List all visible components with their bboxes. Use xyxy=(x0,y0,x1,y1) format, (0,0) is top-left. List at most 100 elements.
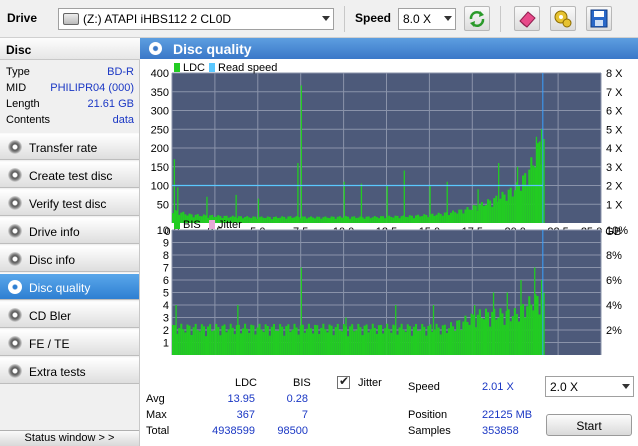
data-bar xyxy=(188,325,191,355)
erase-button[interactable] xyxy=(514,6,540,31)
data-bar xyxy=(233,334,236,355)
data-bar xyxy=(363,325,366,355)
nav-create-test-disc[interactable]: Create test disc xyxy=(0,161,139,188)
data-bar xyxy=(470,209,473,223)
nav-disc-info[interactable]: Disc info xyxy=(0,245,139,272)
data-bar xyxy=(421,323,424,355)
data-bar xyxy=(200,324,203,355)
nav-transfer-rate[interactable]: Transfer rate xyxy=(0,133,139,160)
data-bar xyxy=(462,213,465,223)
data-bar xyxy=(266,216,269,223)
data-bar xyxy=(470,313,473,355)
data-bar xyxy=(456,320,459,355)
data-bar xyxy=(406,324,409,355)
data-bar xyxy=(431,213,434,223)
data-bar xyxy=(400,216,403,223)
legend-swatch xyxy=(174,63,180,72)
data-bar xyxy=(264,218,267,223)
max-label: Max xyxy=(146,409,167,421)
panel-header: Disc quality xyxy=(140,38,638,59)
y2-tick-label: 5 X xyxy=(606,124,623,136)
data-bar xyxy=(268,216,271,223)
data-bar xyxy=(412,218,415,223)
y-tick-label: 300 xyxy=(151,106,169,118)
disc-info-value: BD-R xyxy=(107,66,134,78)
ldc-column-header: LDC xyxy=(235,377,258,389)
data-bar xyxy=(277,330,280,355)
data-bar xyxy=(248,217,251,223)
y2-tick-label: 2 X xyxy=(606,181,623,193)
legend-label: LDC xyxy=(183,62,205,74)
data-bar xyxy=(227,329,230,355)
data-bar xyxy=(472,205,475,223)
data-bar xyxy=(322,217,325,223)
data-bar xyxy=(274,330,278,355)
data-bar xyxy=(338,216,341,223)
y-tick-label: 8 xyxy=(163,250,169,262)
y-tick-label: 200 xyxy=(151,143,169,155)
nav-extra-tests[interactable]: Extra tests xyxy=(0,357,139,384)
x-tick-label: 7.5 xyxy=(293,358,308,359)
data-spike xyxy=(175,305,177,355)
data-bar xyxy=(338,330,341,355)
data-bar xyxy=(414,324,418,355)
samples-label: Samples xyxy=(408,425,451,437)
refresh-button[interactable] xyxy=(464,6,490,31)
data-bar xyxy=(392,324,395,355)
data-bar xyxy=(466,321,469,355)
data-bar xyxy=(425,335,428,355)
disc-icon xyxy=(8,140,22,154)
data-bar xyxy=(248,332,251,355)
data-bar xyxy=(287,216,290,223)
data-bar xyxy=(211,331,214,355)
status-window-button[interactable]: Status window > > xyxy=(0,430,139,446)
y2-tick-label: 8 X xyxy=(606,68,623,80)
max-ldc-value: 367 xyxy=(236,409,255,421)
nav-drive-info[interactable]: Drive info xyxy=(0,217,139,244)
x-tick-label: 10.0 xyxy=(333,358,354,359)
drive-select[interactable]: (Z:) ATAPI iHBS112 2 CL0D xyxy=(58,8,334,30)
data-bar xyxy=(522,175,525,223)
data-spike xyxy=(535,136,538,223)
data-bar xyxy=(400,323,403,355)
nav-disc-quality[interactable]: Disc quality xyxy=(0,273,139,300)
options-button[interactable] xyxy=(550,6,576,31)
data-bar xyxy=(458,320,461,355)
data-bar xyxy=(423,326,426,355)
data-bar xyxy=(468,324,471,355)
test-speed-select[interactable]: 2.0 X xyxy=(545,376,634,397)
data-bar xyxy=(429,324,432,355)
data-bar xyxy=(410,335,413,355)
data-bar xyxy=(414,215,418,223)
nav-cd-bler[interactable]: CD Bler xyxy=(0,301,139,328)
data-bar xyxy=(503,194,506,223)
data-bar xyxy=(482,205,485,223)
nav-fe-te[interactable]: FE / TE xyxy=(0,329,139,356)
nav-verify-test-disc[interactable]: Verify test disc xyxy=(0,189,139,216)
data-bar xyxy=(186,324,189,355)
data-bar xyxy=(274,216,278,223)
jitter-checkbox[interactable]: ✔ xyxy=(337,374,350,389)
nav-label: Verify test disc xyxy=(29,197,107,211)
legend-label: Read speed xyxy=(218,62,277,74)
start-button[interactable]: Start xyxy=(546,414,632,436)
data-bar xyxy=(417,330,420,355)
data-bar xyxy=(330,325,333,355)
data-spike xyxy=(446,181,448,223)
speed-select[interactable]: 8.0 X xyxy=(398,8,456,30)
data-bar xyxy=(384,218,387,223)
data-bar xyxy=(452,326,455,355)
data-bar xyxy=(421,216,424,223)
y2-tick-label: 8% xyxy=(606,250,622,262)
y2-tick-label: 2% xyxy=(606,325,622,337)
data-bar xyxy=(536,296,539,355)
y-tick-label: 150 xyxy=(151,162,169,174)
nav-label: Disc quality xyxy=(29,281,91,295)
eraser-icon xyxy=(519,11,536,28)
y2-tick-label: 6 X xyxy=(606,106,623,118)
data-bar xyxy=(437,212,440,223)
data-spike xyxy=(173,159,176,223)
data-bar xyxy=(495,319,498,355)
data-bar xyxy=(328,324,331,355)
save-button[interactable] xyxy=(586,6,612,31)
